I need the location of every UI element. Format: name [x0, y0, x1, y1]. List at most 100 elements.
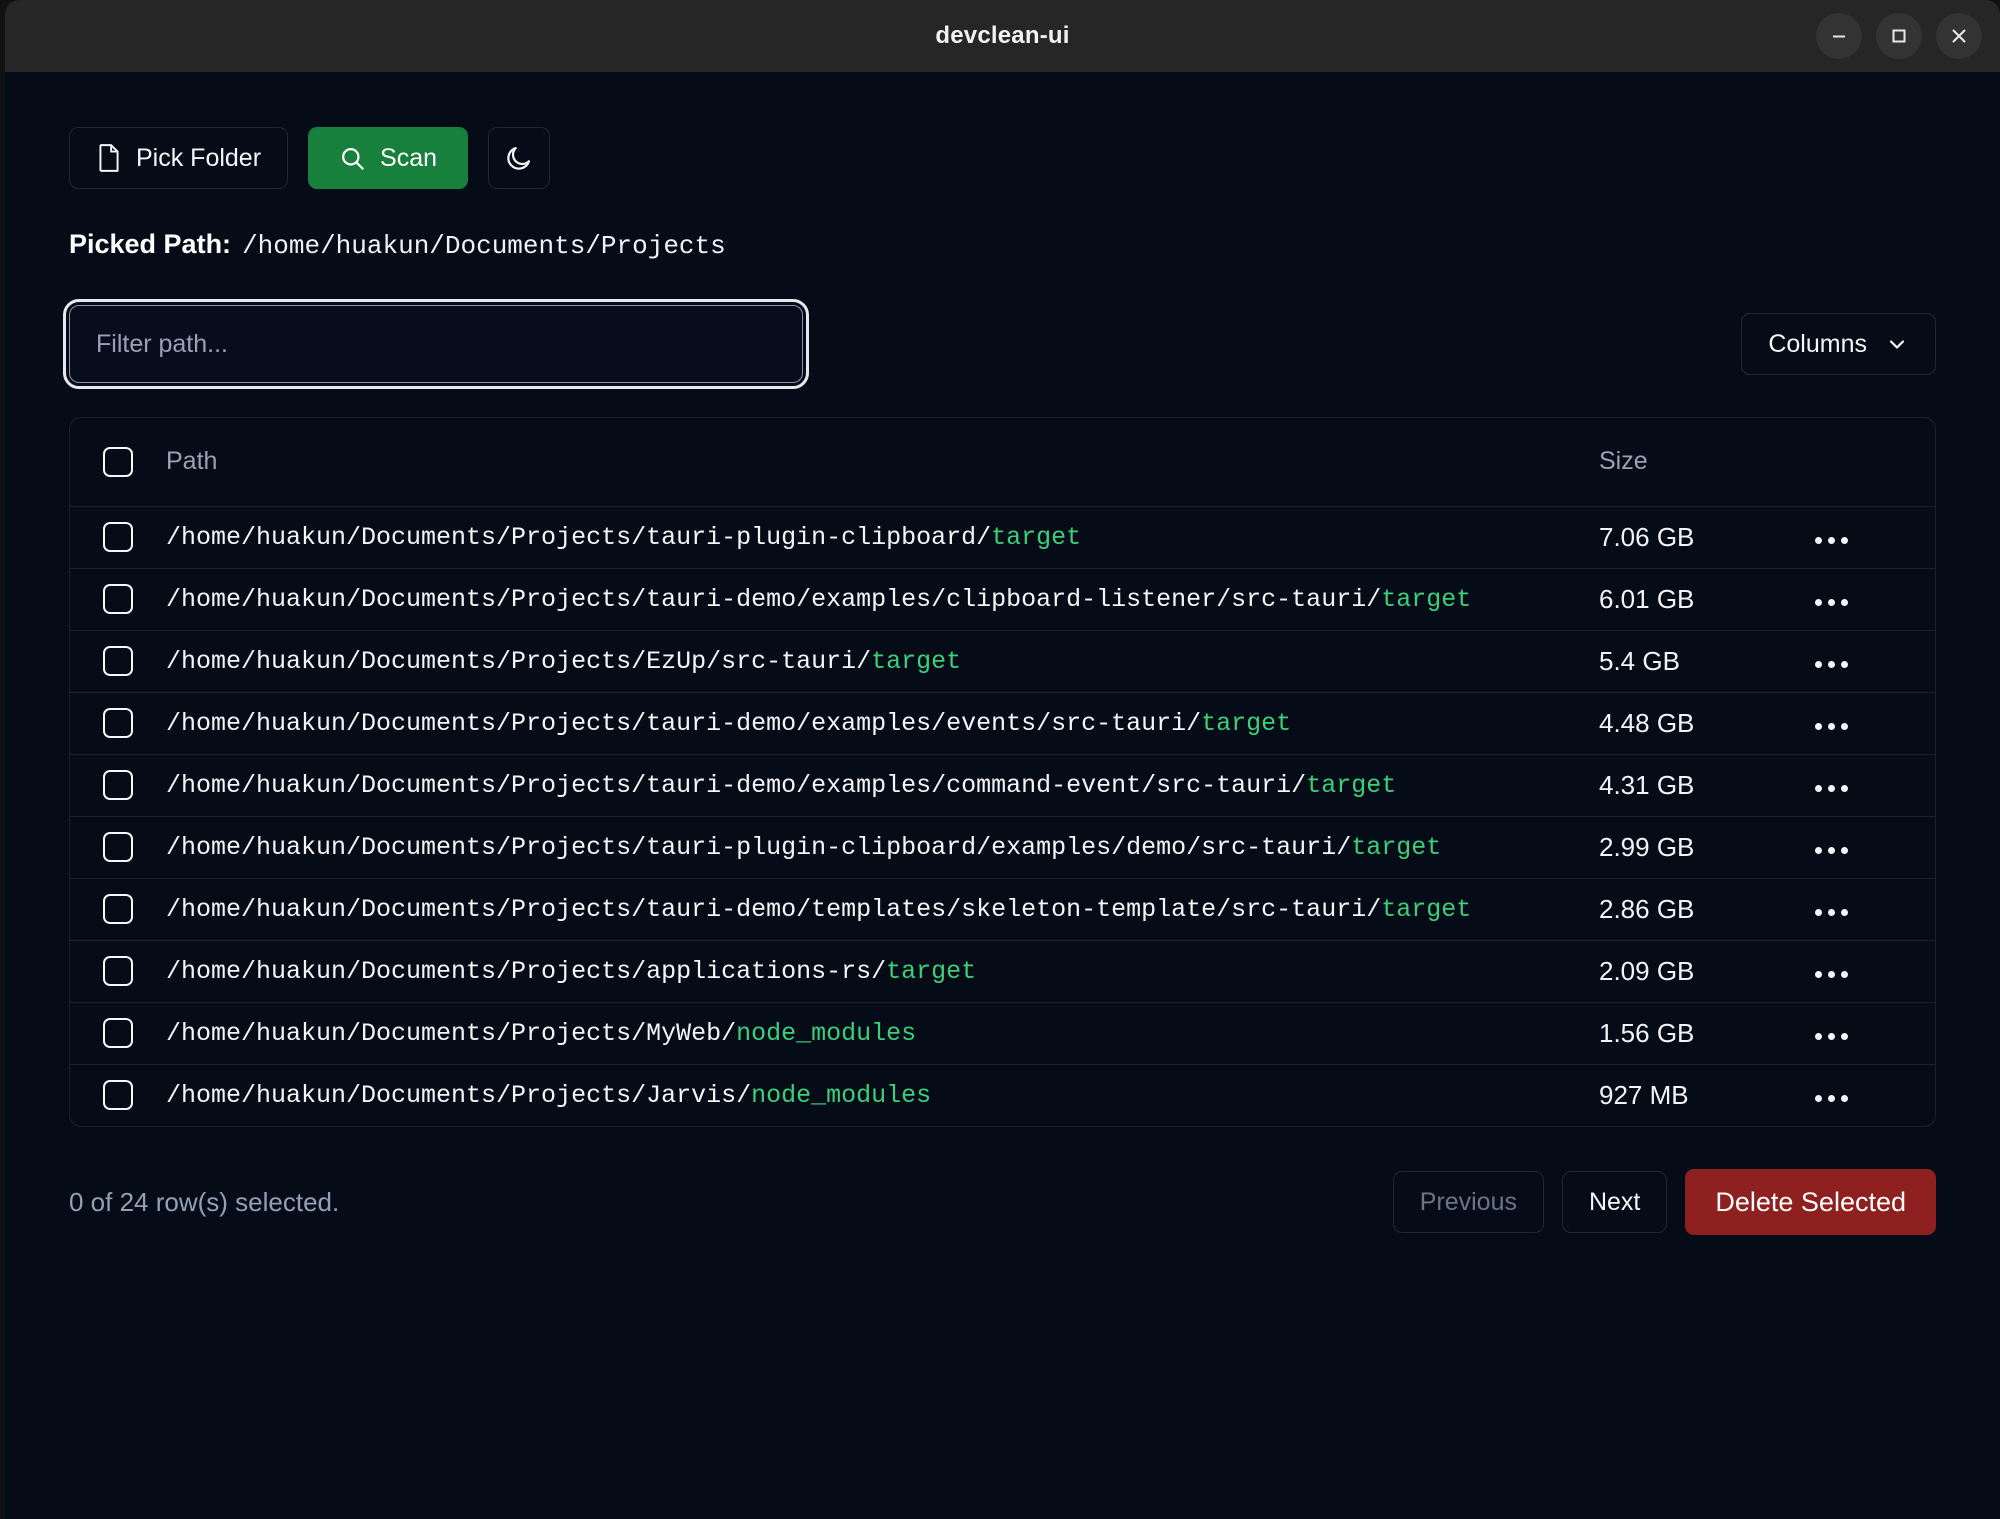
desktop-background: devclean-ui	[0, 0, 2000, 1519]
select-all-header	[70, 418, 166, 506]
row-size-cell: 2.09 GB	[1599, 940, 1805, 1002]
ellipsis-icon[interactable]	[1805, 777, 1858, 800]
selection-status: 0 of 24 row(s) selected.	[69, 1187, 339, 1218]
row-checkbox[interactable]	[103, 894, 133, 924]
row-checkbox[interactable]	[103, 832, 133, 862]
maximize-icon	[1888, 25, 1910, 47]
row-size-cell: 4.48 GB	[1599, 692, 1805, 754]
row-size-cell: 5.4 GB	[1599, 630, 1805, 692]
row-path-prefix: /home/huakun/Documents/Projects/tauri-de…	[166, 895, 1381, 924]
row-actions-cell	[1805, 506, 1935, 568]
toolbar: Pick Folder Scan	[69, 127, 1936, 189]
close-button[interactable]	[1936, 13, 1982, 59]
ellipsis-icon[interactable]	[1805, 901, 1858, 924]
row-select-cell	[70, 1002, 166, 1064]
ellipsis-icon[interactable]	[1805, 839, 1858, 862]
row-select-cell	[70, 816, 166, 878]
ellipsis-icon[interactable]	[1805, 529, 1858, 552]
maximize-button[interactable]	[1876, 13, 1922, 59]
row-size-cell: 6.01 GB	[1599, 568, 1805, 630]
row-path-prefix: /home/huakun/Documents/Projects/Jarvis/	[166, 1081, 751, 1110]
ellipsis-icon[interactable]	[1805, 591, 1858, 614]
path-header[interactable]: Path	[166, 418, 1599, 506]
row-checkbox[interactable]	[103, 1018, 133, 1048]
table-body: /home/huakun/Documents/Projects/tauri-pl…	[70, 506, 1935, 1126]
minimize-icon	[1828, 25, 1850, 47]
row-actions-cell	[1805, 1064, 1935, 1126]
title-bar[interactable]: devclean-ui	[5, 0, 2000, 72]
ellipsis-icon[interactable]	[1805, 1025, 1858, 1048]
app-window: devclean-ui	[5, 0, 2000, 1519]
next-page-button[interactable]: Next	[1562, 1171, 1667, 1233]
row-path-target: target	[1351, 833, 1441, 862]
row-checkbox[interactable]	[103, 584, 133, 614]
window-controls	[1816, 13, 1982, 59]
row-checkbox[interactable]	[103, 708, 133, 738]
results-table: Path Size /home/huakun/Documents/Project…	[69, 417, 1936, 1127]
table-row[interactable]: /home/huakun/Documents/Projects/tauri-de…	[70, 878, 1935, 940]
row-select-cell	[70, 630, 166, 692]
row-path-cell: /home/huakun/Documents/Projects/tauri-de…	[166, 878, 1599, 940]
row-path-target: target	[886, 957, 976, 986]
chevron-down-icon	[1885, 332, 1909, 356]
footer-actions: Previous Next Delete Selected	[1393, 1169, 1936, 1235]
table-row[interactable]: /home/huakun/Documents/Projects/tauri-de…	[70, 692, 1935, 754]
row-checkbox[interactable]	[103, 646, 133, 676]
main-content: Pick Folder Scan Picked Path:	[5, 72, 2000, 1519]
row-checkbox[interactable]	[103, 770, 133, 800]
table-row[interactable]: /home/huakun/Documents/Projects/EzUp/src…	[70, 630, 1935, 692]
table-row[interactable]: /home/huakun/Documents/Projects/tauri-de…	[70, 754, 1935, 816]
row-path-prefix: /home/huakun/Documents/Projects/MyWeb/	[166, 1019, 736, 1048]
pick-folder-label: Pick Folder	[136, 144, 261, 173]
size-header[interactable]: Size	[1599, 418, 1805, 506]
columns-dropdown-button[interactable]: Columns	[1741, 313, 1936, 375]
row-path-target: target	[1381, 895, 1471, 924]
ellipsis-icon[interactable]	[1805, 653, 1858, 676]
row-path-cell: /home/huakun/Documents/Projects/tauri-de…	[166, 692, 1599, 754]
row-path-prefix: /home/huakun/Documents/Projects/EzUp/src…	[166, 647, 871, 676]
row-checkbox[interactable]	[103, 956, 133, 986]
ellipsis-icon[interactable]	[1805, 1087, 1858, 1110]
pick-folder-button[interactable]: Pick Folder	[69, 127, 288, 189]
row-checkbox[interactable]	[103, 522, 133, 552]
previous-page-button[interactable]: Previous	[1393, 1171, 1544, 1233]
row-path-cell: /home/huakun/Documents/Projects/tauri-de…	[166, 568, 1599, 630]
row-path-target: target	[1201, 709, 1291, 738]
row-actions-cell	[1805, 816, 1935, 878]
row-select-cell	[70, 878, 166, 940]
row-select-cell	[70, 568, 166, 630]
theme-toggle-button[interactable]	[488, 127, 550, 189]
table-row[interactable]: /home/huakun/Documents/Projects/tauri-pl…	[70, 816, 1935, 878]
select-all-checkbox[interactable]	[103, 447, 133, 477]
row-path-cell: /home/huakun/Documents/Projects/tauri-pl…	[166, 506, 1599, 568]
row-size-cell: 1.56 GB	[1599, 1002, 1805, 1064]
paths-table: Path Size /home/huakun/Documents/Project…	[70, 418, 1935, 1126]
table-row[interactable]: /home/huakun/Documents/Projects/MyWeb/no…	[70, 1002, 1935, 1064]
row-size-cell: 927 MB	[1599, 1064, 1805, 1126]
row-size-cell: 2.86 GB	[1599, 878, 1805, 940]
row-path-target: node_modules	[751, 1081, 931, 1110]
filter-path-input[interactable]	[69, 305, 803, 383]
row-path-target: target	[871, 647, 961, 676]
scan-label: Scan	[380, 144, 437, 173]
minimize-button[interactable]	[1816, 13, 1862, 59]
row-checkbox[interactable]	[103, 1080, 133, 1110]
row-path-prefix: /home/huakun/Documents/Projects/tauri-de…	[166, 585, 1381, 614]
ellipsis-icon[interactable]	[1805, 715, 1858, 738]
table-row[interactable]: /home/huakun/Documents/Projects/Jarvis/n…	[70, 1064, 1935, 1126]
table-row[interactable]: /home/huakun/Documents/Projects/tauri-pl…	[70, 506, 1935, 568]
window-title: devclean-ui	[935, 22, 1069, 50]
row-actions-cell	[1805, 940, 1935, 1002]
row-size-cell: 2.99 GB	[1599, 816, 1805, 878]
table-row[interactable]: /home/huakun/Documents/Projects/tauri-de…	[70, 568, 1935, 630]
picked-path: Picked Path: /home/huakun/Documents/Proj…	[69, 229, 1936, 261]
row-path-prefix: /home/huakun/Documents/Projects/tauri-de…	[166, 709, 1201, 738]
filter-input-wrapper	[69, 305, 803, 383]
picked-path-value: /home/huakun/Documents/Projects	[242, 231, 726, 261]
actions-header	[1805, 418, 1935, 506]
row-select-cell	[70, 506, 166, 568]
scan-button[interactable]: Scan	[308, 127, 468, 189]
delete-selected-button[interactable]: Delete Selected	[1685, 1169, 1936, 1235]
table-row[interactable]: /home/huakun/Documents/Projects/applicat…	[70, 940, 1935, 1002]
ellipsis-icon[interactable]	[1805, 963, 1858, 986]
